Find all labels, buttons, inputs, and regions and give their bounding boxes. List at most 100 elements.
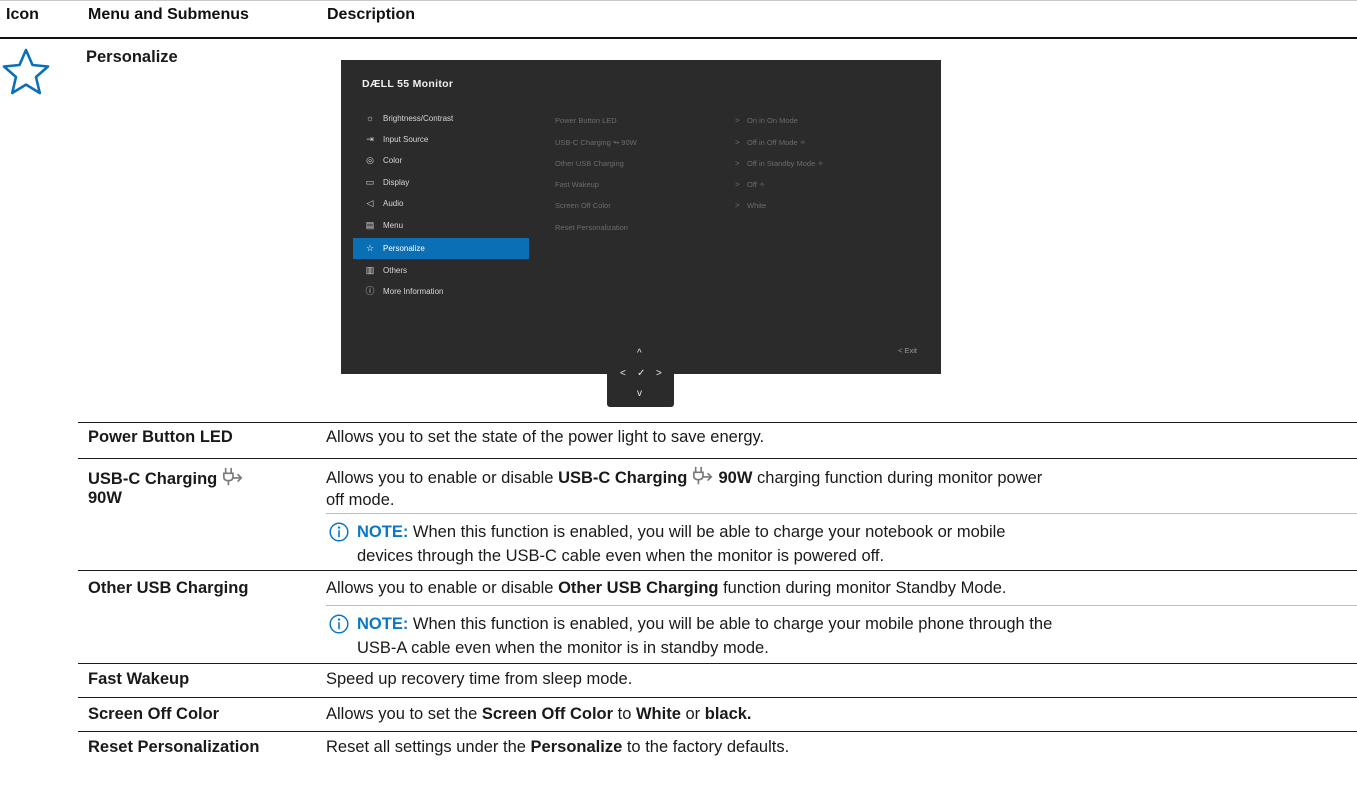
chevron-right-icon: > <box>735 138 740 147</box>
row-label-power-button-led: Power Button LED <box>88 428 233 446</box>
checkmark-icon[interactable]: ✓ <box>637 369 645 379</box>
column-header-icon: Icon <box>6 6 39 23</box>
osd-submenu-other-usb-charging[interactable]: Other USB Charging <box>555 159 624 168</box>
info-note-icon <box>329 522 349 542</box>
osd-submenu-value: Off ✧ <box>747 180 766 189</box>
osd-brand-title: DÆLL 55 Monitor <box>362 78 454 90</box>
header-bottom-rule <box>0 37 1357 39</box>
row-label-screen-off-color: Screen Off Color <box>88 705 220 723</box>
joystick-navigation-pad[interactable]: ^ < ✓ > v <box>607 340 674 407</box>
osd-menu-label: Input Source <box>383 135 429 144</box>
row-desc-usb-c-line2: off mode. <box>326 491 395 509</box>
star-icon <box>2 48 50 95</box>
note-label: NOTE: <box>357 615 409 633</box>
osd-menu-item-personalize[interactable]: ☆ Personalize <box>353 238 529 259</box>
osd-submenu-reset-personalization[interactable]: Reset Personalization <box>555 223 628 232</box>
note-divider <box>326 605 1357 606</box>
desc-text: Allows you to set the <box>326 705 482 723</box>
osd-submenu-value: Off in Standby Mode ✧ <box>747 159 824 168</box>
column-header-menu: Menu and Submenus <box>88 6 249 23</box>
section-title: Personalize <box>86 48 178 66</box>
desc-bold: Personalize <box>530 738 623 756</box>
desc-text: Allows you to enable or disable <box>326 579 559 597</box>
osd-menu-item-audio[interactable]: ◁ Audio <box>353 193 529 214</box>
osd-menu-label: Others <box>383 266 408 275</box>
osd-menu-item-more-information[interactable]: ⓘ More Information <box>353 281 529 302</box>
row-label-usb-c-charging: USB-C Charging <box>88 466 244 489</box>
desc-bold: USB-C Charging <box>558 469 688 487</box>
speaker-icon: ◁ <box>366 198 374 208</box>
desc-bold: 90W <box>718 469 753 487</box>
info-note-icon <box>329 614 349 634</box>
note-usb-c: NOTE: When this function is enabled, you… <box>357 520 1005 544</box>
row-desc-screen-off-color: Allows you to set the Screen Off Color t… <box>326 703 752 726</box>
row-desc-reset-personalization: Reset all settings under the Personalize… <box>326 736 789 759</box>
osd-menu-label: More Information <box>383 287 444 296</box>
row-label-text: USB-C Charging <box>88 470 218 488</box>
osd-submenu-fast-wakeup[interactable]: Fast Wakeup <box>555 180 599 189</box>
osd-menu-item-display[interactable]: ▭ Display <box>353 172 529 193</box>
osd-menu-label: Brightness/Contrast <box>383 114 454 123</box>
desc-text: Reset all settings under the <box>326 738 531 756</box>
note-label: NOTE: <box>357 523 409 541</box>
osd-submenu-screen-off-color[interactable]: Screen Off Color <box>555 201 611 210</box>
row-divider <box>78 458 1357 459</box>
osd-menu-item-others[interactable]: ▥ Others <box>353 260 529 281</box>
row-label-usb-c-90w: 90W <box>88 489 122 507</box>
input-source-icon: ⇥ <box>366 134 374 144</box>
chevron-up-icon[interactable]: ^ <box>637 349 642 359</box>
osd-submenu-power-button-led[interactable]: Power Button LED <box>555 116 617 125</box>
row-divider <box>78 422 1357 423</box>
row-divider <box>78 731 1357 732</box>
row-divider <box>78 570 1357 571</box>
note-other-usb-line2: USB-A cable even when the monitor is in … <box>357 639 769 657</box>
chevron-right-icon[interactable]: > <box>656 369 662 379</box>
chevron-left-icon[interactable]: < <box>620 369 626 379</box>
desc-text: to the factory defaults. <box>622 738 790 756</box>
osd-menu-item-input-source[interactable]: ⇥ Input Source <box>353 129 529 150</box>
osd-exit-button[interactable]: < Exit <box>898 346 917 355</box>
row-desc-power-button-led: Allows you to set the state of the power… <box>326 428 765 446</box>
row-label-fast-wakeup: Fast Wakeup <box>88 670 190 688</box>
column-header-description: Description <box>327 6 416 23</box>
header-top-rule <box>0 0 1357 1</box>
desc-bold: White <box>635 705 681 723</box>
desc-text: charging function during monitor power <box>752 469 1043 487</box>
others-icon: ▥ <box>365 265 375 275</box>
row-divider <box>78 663 1357 664</box>
note-usb-c-line2: devices through the USB-C cable even whe… <box>357 547 885 565</box>
osd-menu-label: Display <box>383 178 410 187</box>
osd-menu-item-brightness[interactable]: ☼ Brightness/Contrast <box>353 108 529 129</box>
sun-icon: ☼ <box>365 113 375 123</box>
desc-bold: black. <box>704 705 752 723</box>
osd-menu-item-menu[interactable]: ▤ Menu <box>353 215 529 236</box>
chevron-right-icon: > <box>735 159 740 168</box>
osd-menu-label: Personalize <box>383 244 425 253</box>
note-divider <box>326 513 1357 514</box>
desc-bold: Screen Off Color <box>481 705 614 723</box>
note-text: When this function is enabled, you will … <box>408 615 1053 633</box>
desc-text: Allows you to enable or disable <box>326 469 559 487</box>
chevron-down-icon[interactable]: v <box>637 389 642 399</box>
info-icon: ⓘ <box>365 286 375 296</box>
star-icon: ☆ <box>365 243 375 253</box>
display-icon: ▭ <box>365 177 375 187</box>
osd-menu-label: Menu <box>383 221 404 230</box>
osd-submenu-usb-c-charging[interactable]: USB-C Charging ↬ 90W <box>555 138 637 147</box>
row-label-other-usb-charging: Other USB Charging <box>88 579 249 597</box>
desc-text: or <box>680 705 705 723</box>
chevron-right-icon: > <box>735 116 740 125</box>
osd-submenu-value: Off in Off Mode ✧ <box>747 138 806 147</box>
osd-menu-item-color[interactable]: ◎ Color <box>353 150 529 171</box>
chevron-right-icon: > <box>735 201 740 210</box>
osd-menu-label: Color <box>383 156 403 165</box>
note-text: When this function is enabled, you will … <box>408 523 1006 541</box>
osd-submenu-value: On in On Mode <box>747 116 798 125</box>
note-other-usb: NOTE: When this function is enabled, you… <box>357 612 1052 636</box>
row-desc-other-usb-charging: Allows you to enable or disable Other US… <box>326 577 1007 600</box>
row-label-reset-personalization: Reset Personalization <box>88 738 260 756</box>
menu-icon: ▤ <box>365 220 375 230</box>
desc-text: to <box>613 705 636 723</box>
desc-bold: Other USB Charging <box>558 579 719 597</box>
osd-submenu-value: White <box>747 201 767 210</box>
